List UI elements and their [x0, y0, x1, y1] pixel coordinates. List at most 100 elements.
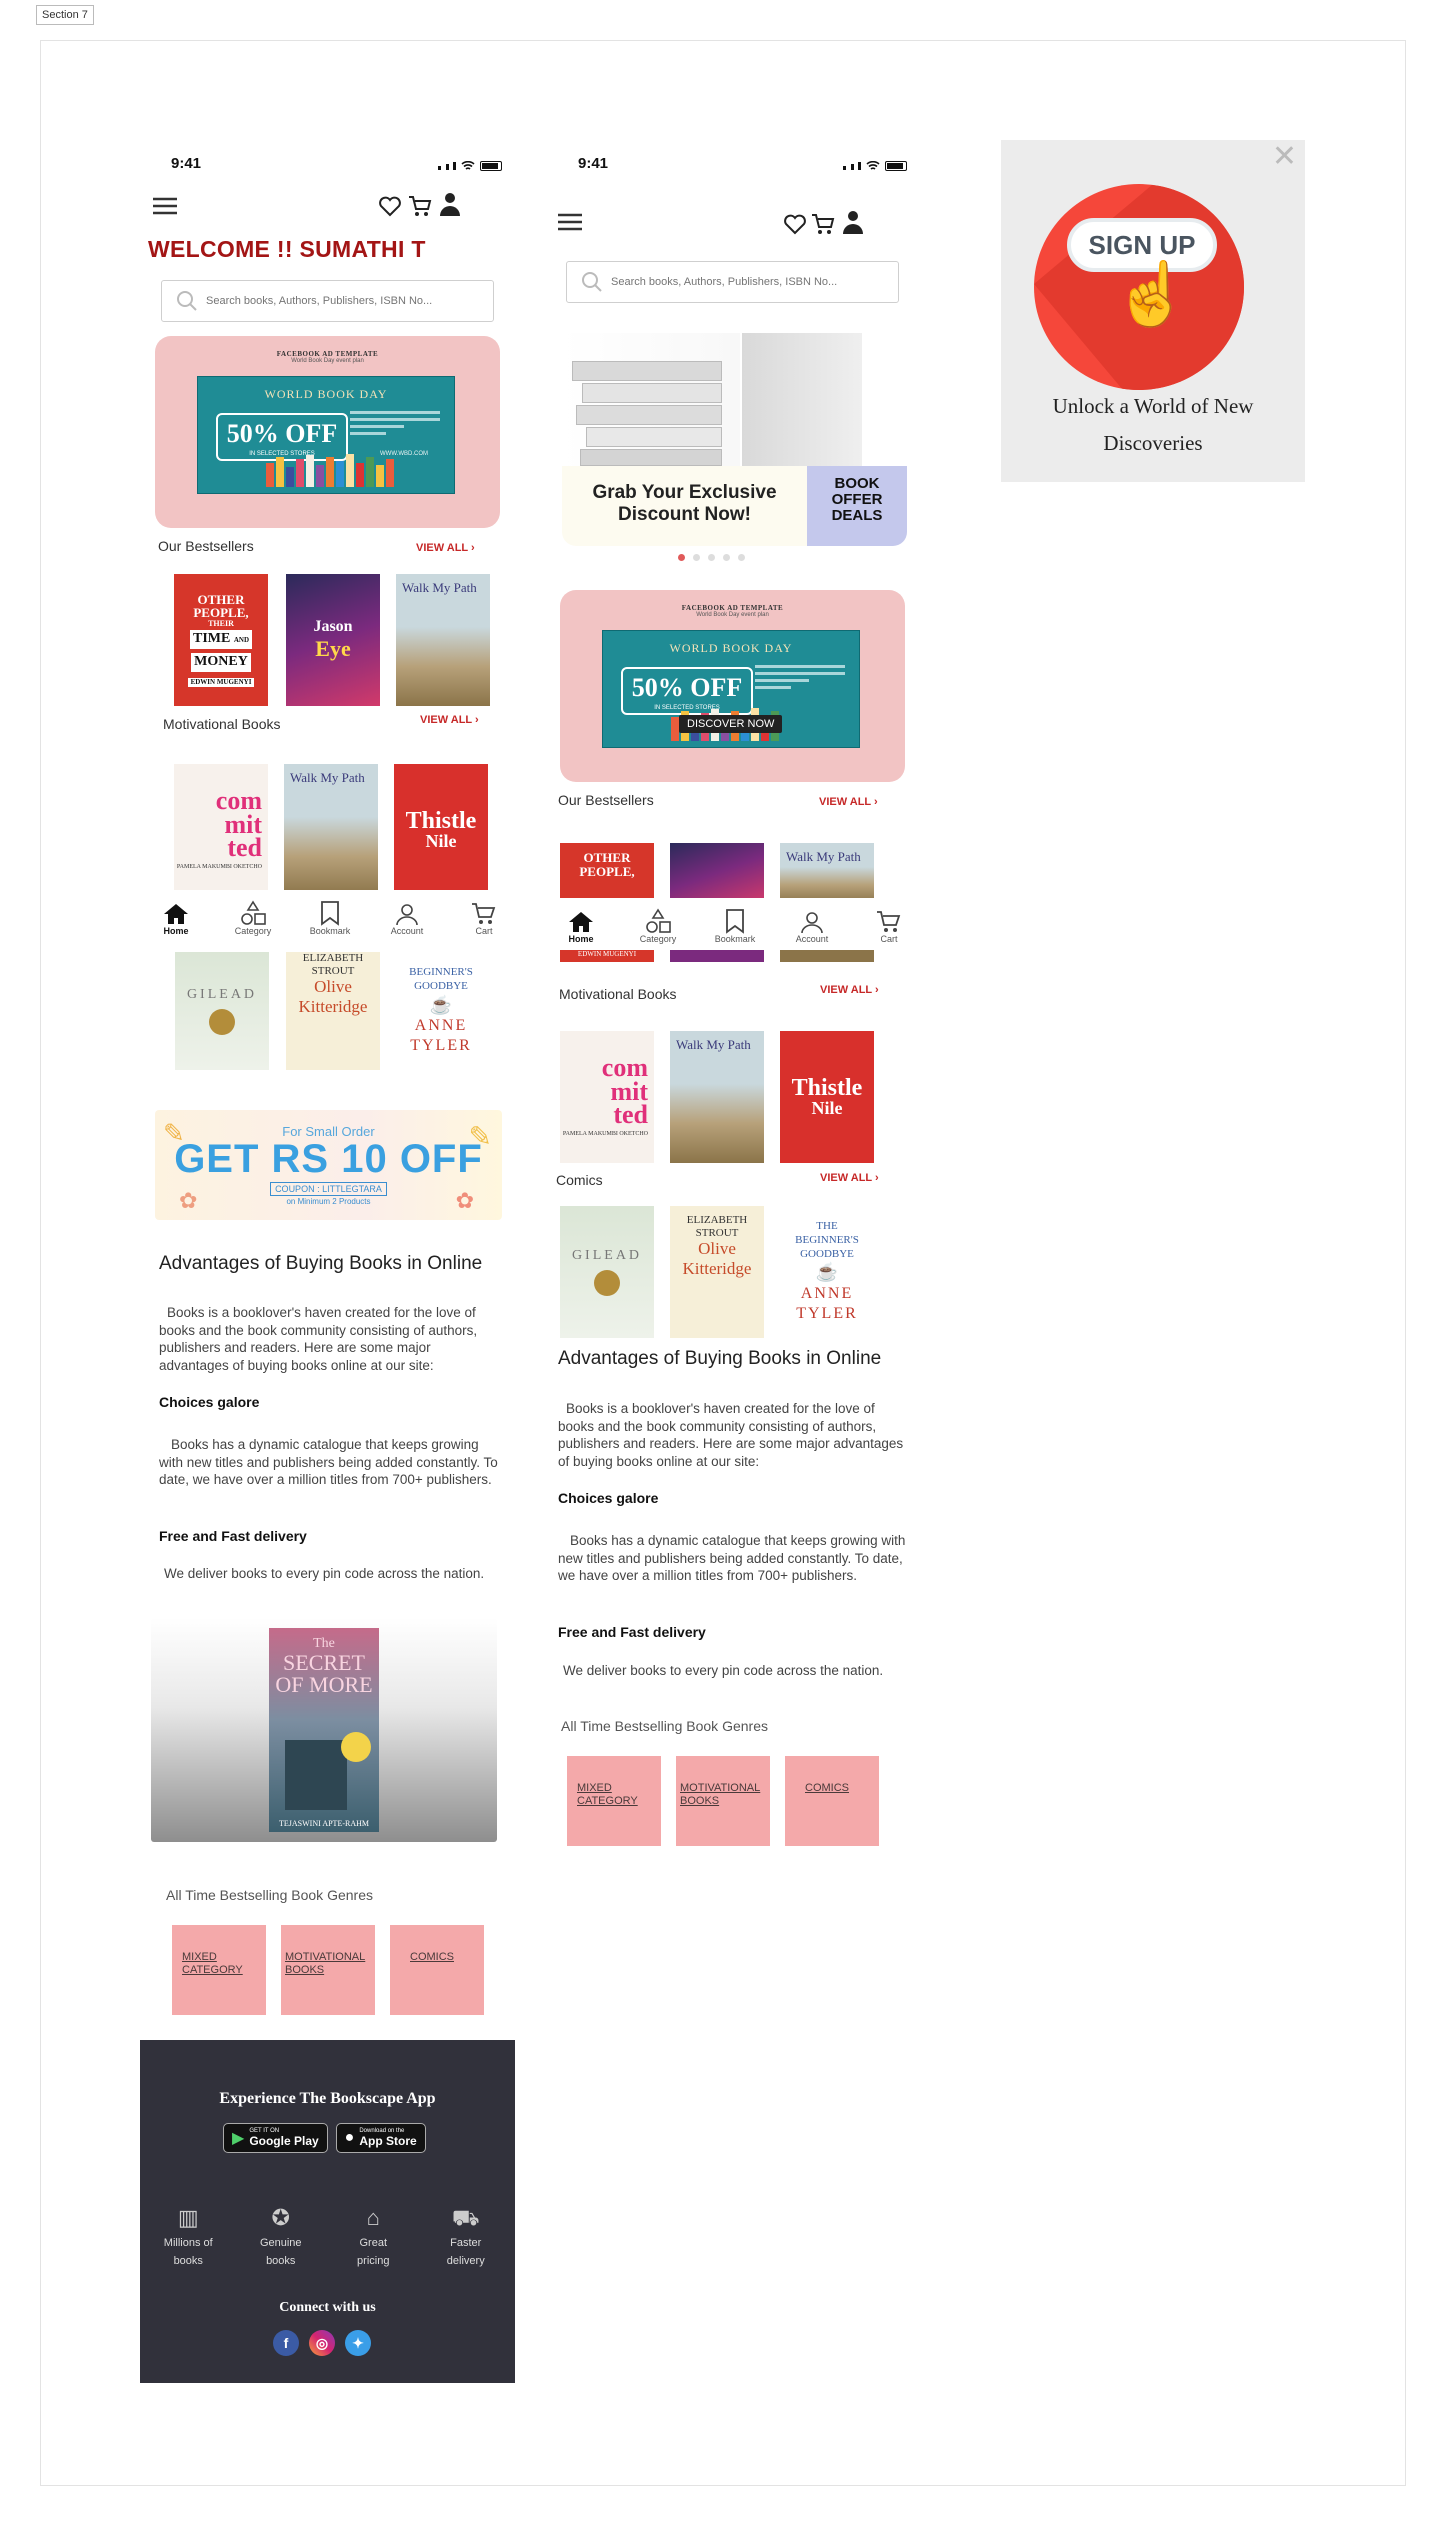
- profile-icon[interactable]: [839, 208, 867, 236]
- book-cover-olive-kitteridge[interactable]: ELIZABETH STROUT Olive Kitteridge: [670, 1206, 764, 1338]
- footer-app-title: Experience The Bookscape App: [219, 2090, 436, 2107]
- delivery-heading: Free and Fast delivery: [159, 1528, 307, 1544]
- nav-account[interactable]: Account: [782, 910, 842, 944]
- signal-icon: [438, 157, 456, 175]
- nav-cart[interactable]: Cart: [859, 910, 919, 944]
- facebook-icon[interactable]: f: [273, 2330, 299, 2356]
- genre-motivational-books[interactable]: MOTIVATIONAL BOOKS: [281, 1925, 375, 2015]
- chevron-right-icon: ›: [875, 984, 879, 996]
- menu-icon[interactable]: [556, 210, 584, 234]
- bottom-navigation: Home Category Bookmark Account Cart: [545, 898, 925, 948]
- account-icon: [396, 904, 418, 926]
- nav-category[interactable]: Category: [223, 900, 283, 936]
- book-cover-jason-bottom: [670, 950, 764, 962]
- google-play-button[interactable]: ▶ GET IT ON Google Play: [223, 2123, 328, 2153]
- book-cover-gilead[interactable]: GILEAD: [560, 1206, 654, 1338]
- genres-title: All Time Bestselling Book Genres: [561, 1718, 768, 1734]
- book-cover-beginners-goodbye[interactable]: BEGINNER'S GOODBYE ☕ ANNE TYLER: [394, 952, 488, 1070]
- view-all-bestsellers-link[interactable]: VIEW ALL ›: [416, 542, 475, 554]
- search-bar[interactable]: [161, 280, 494, 322]
- book-cover-thistle-nile[interactable]: Thistle Nile: [780, 1031, 874, 1163]
- motivational-title: Motivational Books: [559, 986, 677, 1002]
- banner-teal-card: WORLD BOOK DAY 50% OFF IN SELECTED STORE…: [197, 376, 455, 494]
- book-cover-committed[interactable]: com mit ted PAMELA MAKUMBI OKETCHO: [174, 764, 268, 896]
- phone-screen-home-alt: 9:41 Grab Your Exclusive Discount Now! B…: [545, 140, 925, 1900]
- cart-icon: [877, 911, 901, 932]
- book-cover-walk-my-path[interactable]: Walk My Path: [670, 1031, 764, 1163]
- comics-title: Comics: [556, 1172, 603, 1188]
- book-cover-other-people[interactable]: OTHER PEOPLE, THEIR TIME AND MONEY EDWIN …: [174, 574, 268, 706]
- price-tag-icon: ⌂: [366, 2205, 380, 2230]
- book-cover-walk-my-path[interactable]: Walk My Path: [396, 574, 490, 706]
- wishlist-heart-icon[interactable]: [376, 192, 404, 220]
- featured-book-card[interactable]: The SECRET OF MORE TEJASWINI APTE-RAHM: [151, 1618, 497, 1842]
- search-icon: [582, 272, 602, 292]
- search-input[interactable]: [611, 276, 891, 288]
- advantages-heading: Advantages of Buying Books in Online: [558, 1348, 882, 1369]
- close-icon[interactable]: ✕: [1272, 142, 1297, 172]
- status-icons: [438, 157, 502, 175]
- home-icon: [569, 912, 593, 932]
- profile-icon[interactable]: [436, 190, 464, 218]
- coupon-offer: GET RS 10 OFF: [174, 1137, 483, 1181]
- discover-now-button[interactable]: DISCOVER NOW: [679, 715, 783, 733]
- nav-bookmark[interactable]: Bookmark: [705, 908, 765, 944]
- book-cover-walk-my-path[interactable]: Walk My Path: [284, 764, 378, 896]
- book-cover-other-people[interactable]: OTHER PEOPLE,: [560, 843, 654, 903]
- book-cover-thistle-nile[interactable]: Thistle Nile: [394, 764, 488, 896]
- delivery-truck-icon: ⛟: [451, 2205, 480, 2230]
- book-cover-beginners-goodbye[interactable]: THE BEGINNER'S GOODBYE ☕ ANNE TYLER: [780, 1206, 874, 1338]
- book-cover-olive-kitteridge[interactable]: ELIZABETH STROUT Olive Kitteridge: [286, 952, 380, 1070]
- nav-cart[interactable]: Cart: [454, 902, 514, 936]
- book-cover-jason[interactable]: Jason Eye: [286, 574, 380, 706]
- view-all-label: VIEW ALL: [416, 542, 468, 554]
- advantages-heading: Advantages of Buying Books in Online: [159, 1253, 483, 1274]
- world-book-day-banner[interactable]: FACEBOOK AD TEMPLATE World Book Day even…: [155, 336, 500, 528]
- promo-headline: Grab Your Exclusive Discount Now!: [562, 466, 807, 546]
- coupon-minimum: on Minimum 2 Products: [286, 1197, 371, 1206]
- genre-mixed-category[interactable]: MIXED CATEGORY: [172, 1925, 266, 2015]
- book-cover-jason[interactable]: [670, 843, 764, 903]
- genre-mixed-category[interactable]: MIXED CATEGORY: [567, 1756, 661, 1846]
- cart-icon[interactable]: [406, 192, 434, 220]
- wishlist-heart-icon[interactable]: [781, 210, 809, 238]
- nav-home[interactable]: Home: [551, 910, 611, 944]
- nav-category[interactable]: Category: [628, 908, 688, 944]
- promo-carousel-slide[interactable]: Grab Your Exclusive Discount Now! BOOK O…: [562, 333, 907, 546]
- nav-account[interactable]: Account: [377, 902, 437, 936]
- nav-bookmark[interactable]: Bookmark: [300, 900, 360, 936]
- nav-home[interactable]: Home: [146, 902, 206, 936]
- carousel-dots[interactable]: [678, 554, 745, 561]
- search-icon: [177, 291, 197, 311]
- advantages-paragraph: Books is a booklover's haven created for…: [159, 1305, 478, 1373]
- category-icon: [241, 900, 266, 925]
- cart-icon[interactable]: [809, 210, 837, 238]
- view-all-motivational-link[interactable]: VIEW ALL ›: [820, 984, 879, 996]
- menu-icon[interactable]: [151, 194, 179, 218]
- bottom-navigation: Home Category Bookmark Account Cart: [140, 890, 520, 940]
- search-bar[interactable]: [566, 261, 899, 303]
- genre-comics[interactable]: COMICS: [390, 1925, 484, 2015]
- delivery-paragraph: We deliver books to every pin code acros…: [563, 1663, 884, 1678]
- world-book-day-banner[interactable]: FACEBOOK AD TEMPLATE World Book Day even…: [560, 590, 905, 782]
- status-time: 9:41: [171, 155, 202, 172]
- book-cover-committed[interactable]: com mit ted PAMELA MAKUMBI OKETCHO: [560, 1031, 654, 1163]
- view-all-bestsellers-link[interactable]: VIEW ALL ›: [819, 796, 878, 808]
- book-cover-walk-my-path[interactable]: Walk My Path: [780, 843, 874, 903]
- choices-paragraph: Books has a dynamic catalogue that keeps…: [558, 1533, 906, 1584]
- twitter-icon[interactable]: ✦: [345, 2330, 371, 2356]
- coupon-banner[interactable]: For Small Order GET RS 10 OFF COUPON : L…: [155, 1110, 502, 1220]
- genre-motivational-books[interactable]: MOTIVATIONAL BOOKS: [676, 1756, 770, 1846]
- search-input[interactable]: [206, 295, 486, 307]
- signup-tagline: Unlock a World of New Discoveries: [1001, 388, 1305, 462]
- instagram-icon[interactable]: ◎: [309, 2330, 335, 2356]
- book-cover-gilead[interactable]: GILEAD: [175, 952, 269, 1070]
- view-all-motivational-link[interactable]: VIEW ALL ›: [420, 714, 479, 726]
- app-store-button[interactable]: ● Download on the App Store: [335, 2123, 426, 2153]
- genre-comics[interactable]: COMICS: [785, 1756, 879, 1846]
- section-label: Section 7: [36, 5, 94, 25]
- battery-icon: [885, 161, 907, 171]
- view-all-comics-link[interactable]: VIEW ALL ›: [820, 1172, 879, 1184]
- banner-text-lines: [350, 411, 440, 439]
- motivational-title: Motivational Books: [163, 716, 281, 732]
